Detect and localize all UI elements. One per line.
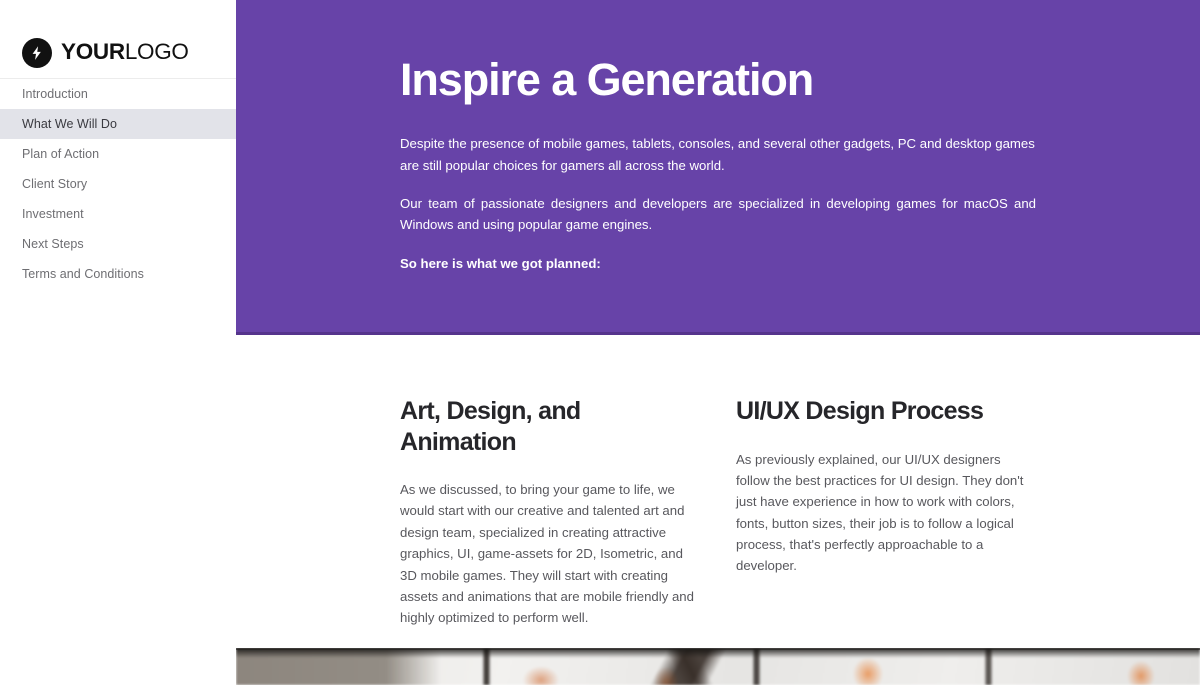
sidebar-item-terms-and-conditions[interactable]: Terms and Conditions bbox=[0, 259, 236, 289]
hero-section: Inspire a Generation Despite the presenc… bbox=[236, 0, 1200, 335]
column-title-uiux-design-process: UI/UX Design Process bbox=[736, 397, 984, 425]
column-text-uiux-design-process: As previously explained, our UI/UX desig… bbox=[736, 451, 1024, 574]
photo-canvas bbox=[236, 648, 1200, 685]
hero-paragraph-3: So here is what we got planned: bbox=[400, 255, 601, 271]
content-columns: Art, Design, and Animation As we discuss… bbox=[236, 338, 1200, 629]
sidebar-navigation: YOURLOGO Introduction What We Will Do Pl… bbox=[0, 0, 236, 685]
logo[interactable]: YOURLOGO bbox=[0, 0, 236, 78]
column-text-art-design-animation: As we discussed, to bring your game to l… bbox=[400, 482, 694, 626]
content-column-art-design-animation: Art, Design, and Animation As we discuss… bbox=[400, 396, 700, 629]
photo-top-edge bbox=[236, 648, 1200, 650]
lightning-bolt-icon bbox=[22, 37, 52, 68]
logo-text: YOURLOGO bbox=[61, 41, 189, 64]
page-title: Inspire a Generation bbox=[400, 54, 814, 105]
hero-paragraph-2: Our team of passionate designers and dev… bbox=[400, 196, 1036, 233]
sidebar-item-investment[interactable]: Investment bbox=[0, 199, 236, 229]
sidebar-item-what-we-will-do[interactable]: What We Will Do bbox=[0, 109, 236, 139]
sidebar-item-next-steps[interactable]: Next Steps bbox=[0, 229, 236, 259]
content-section: Art, Design, and Animation As we discuss… bbox=[236, 338, 1200, 648]
hero-paragraph-1: Despite the presence of mobile games, ta… bbox=[400, 136, 1035, 173]
sidebar-item-plan-of-action[interactable]: Plan of Action bbox=[0, 139, 236, 169]
sidebar-item-introduction[interactable]: Introduction bbox=[0, 79, 236, 109]
column-title-art-design-animation: Art, Design, and Animation bbox=[400, 397, 581, 456]
logo-text-light: LOGO bbox=[124, 39, 189, 65]
sidebar-item-list: Introduction What We Will Do Plan of Act… bbox=[0, 79, 236, 289]
content-column-uiux-design-process: UI/UX Design Process As previously expla… bbox=[736, 396, 1036, 629]
logo-text-bold: YOUR bbox=[61, 39, 125, 65]
sidebar-item-client-story[interactable]: Client Story bbox=[0, 169, 236, 199]
document-page: YOURLOGO Introduction What We Will Do Pl… bbox=[0, 0, 1200, 685]
hero-content: Inspire a Generation Despite the presenc… bbox=[236, 0, 1200, 274]
office-interior-photo bbox=[236, 648, 1200, 685]
